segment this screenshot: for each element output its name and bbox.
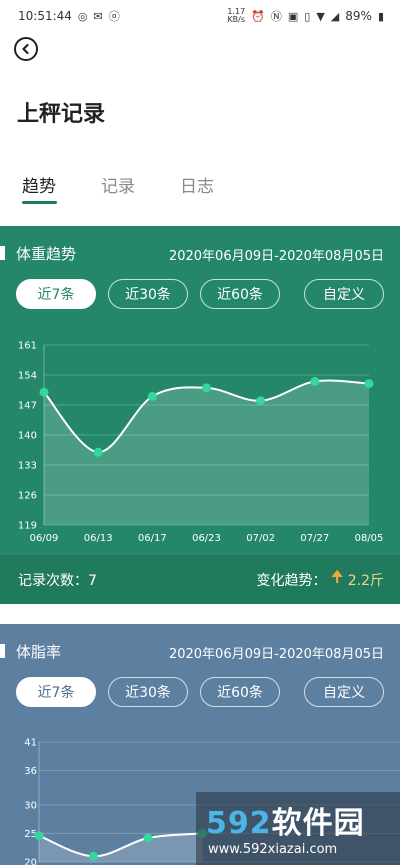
filter-group: 近7条 近30条 近60条 自定义 bbox=[0, 677, 400, 707]
data-point bbox=[256, 396, 266, 406]
watermark-url: www.592xiazai.com bbox=[208, 842, 338, 857]
wifi-icon: ▼ bbox=[316, 9, 325, 23]
summary-bar: 记录次数：7 变化趋势： 🠉 2.2斤 bbox=[0, 555, 400, 604]
y-tick-label: 154 bbox=[18, 371, 37, 382]
title-marker bbox=[0, 644, 5, 658]
battery-percent: 89% bbox=[345, 9, 372, 23]
x-tick-label: 06/23 bbox=[192, 533, 221, 544]
series-area bbox=[44, 380, 369, 525]
filter-group: 近7条 近30条 近60条 自定义 bbox=[0, 279, 400, 309]
status-time: 10:51:44 bbox=[18, 9, 72, 23]
filter-last-30[interactable]: 近30条 bbox=[108, 279, 188, 309]
data-point bbox=[143, 833, 153, 843]
watermark-logo: 592软件园 bbox=[206, 806, 365, 841]
filter-last-60[interactable]: 近60条 bbox=[200, 677, 280, 707]
vibrate-icon: ▯ bbox=[304, 9, 311, 23]
weight-chart: 119 126 133 140 147 154 161 06/09 06/13 06/17 06/2… bbox=[18, 341, 384, 545]
up-arrow-icon: 🠉 bbox=[330, 567, 344, 586]
card-header: 体脂率 2020年06月09日-2020年08月05日 bbox=[0, 640, 400, 662]
filter-last-7[interactable]: 近7条 bbox=[16, 677, 96, 707]
nfc-icon: Ⓝ bbox=[270, 10, 282, 23]
tab-bar: 趋势 记录 日志 bbox=[0, 172, 400, 204]
filter-last-7[interactable]: 近7条 bbox=[16, 279, 96, 309]
y-tick-label: 119 bbox=[18, 521, 37, 532]
data-point bbox=[89, 851, 98, 861]
weight-trend-card: 体重趋势 2020年06月09日-2020年08月05日 近7条 近30条 近6… bbox=[0, 226, 400, 604]
y-tick-label: 147 bbox=[18, 401, 37, 412]
link-icon: ◎ bbox=[77, 9, 88, 23]
battery-icon: ▮ bbox=[377, 9, 384, 23]
title-marker bbox=[0, 246, 5, 260]
filter-last-60[interactable]: 近60条 bbox=[200, 279, 280, 309]
tab-records[interactable]: 记录 bbox=[101, 172, 135, 197]
data-point bbox=[147, 391, 157, 401]
status-bar: 10:51:44 ◎ ✉ ⓞ 1.17 KB/s ⏰ Ⓝ ▣ ▯ ▼ ◢ 89%… bbox=[0, 0, 400, 32]
sim-icon: ▣ bbox=[287, 9, 299, 23]
y-tick-label: 133 bbox=[18, 461, 37, 472]
date-range[interactable]: 2020年06月09日-2020年08月05日 bbox=[169, 245, 384, 264]
alarm-icon: ⏰ bbox=[251, 9, 265, 23]
chevron-left-icon bbox=[22, 43, 29, 55]
y-tick-label: 41 bbox=[24, 738, 37, 749]
signal-icon: ◢ bbox=[330, 9, 340, 23]
card-header: 体重趋势 2020年06月09日-2020年08月05日 bbox=[0, 242, 400, 264]
y-tick-label: 126 bbox=[18, 491, 37, 502]
filter-custom[interactable]: 自定义 bbox=[304, 279, 384, 309]
data-point bbox=[39, 387, 49, 397]
x-tick-label: 06/17 bbox=[138, 533, 167, 544]
data-point bbox=[364, 379, 374, 389]
change-trend: 变化趋势： 🠉 2.2斤 bbox=[256, 566, 384, 593]
trend-label: 变化趋势： bbox=[256, 572, 327, 589]
x-tick-label: 08/05 bbox=[355, 533, 384, 544]
filter-last-30[interactable]: 近30条 bbox=[108, 677, 188, 707]
tab-indicator bbox=[22, 201, 57, 204]
net-speed-unit: KB/s bbox=[227, 15, 246, 24]
data-point bbox=[93, 447, 103, 457]
x-tick-label: 07/02 bbox=[246, 533, 275, 544]
chat-icon: ✉ bbox=[93, 9, 103, 23]
y-tick-label: 20 bbox=[24, 858, 37, 865]
record-count: 记录次数：7 bbox=[18, 570, 97, 590]
record-count-label: 记录次数： bbox=[18, 572, 88, 589]
app-icon: ⓞ bbox=[108, 10, 120, 23]
site-watermark: 592软件园 www.592xiazai.com bbox=[196, 792, 400, 865]
y-tick-label: 36 bbox=[24, 766, 37, 777]
tab-log[interactable]: 日志 bbox=[180, 172, 214, 197]
data-point bbox=[310, 376, 320, 386]
data-point bbox=[34, 831, 44, 841]
y-tick-label: 161 bbox=[18, 341, 37, 352]
trend-value: 2.2斤 bbox=[347, 572, 384, 589]
x-tick-label: 07/27 bbox=[300, 533, 329, 544]
data-point bbox=[202, 383, 211, 393]
card-title: 体脂率 bbox=[16, 643, 62, 661]
y-tick-label: 30 bbox=[24, 800, 37, 811]
tab-trend[interactable]: 趋势 bbox=[22, 172, 56, 197]
net-speed: 1.17 KB/s bbox=[227, 8, 245, 24]
card-title: 体重趋势 bbox=[16, 245, 77, 263]
filter-custom[interactable]: 自定义 bbox=[304, 677, 384, 707]
back-button[interactable] bbox=[14, 37, 38, 61]
x-tick-label: 06/13 bbox=[84, 533, 113, 544]
record-count-value: 7 bbox=[88, 572, 97, 589]
x-tick-label: 06/09 bbox=[30, 533, 59, 544]
date-range[interactable]: 2020年06月09日-2020年08月05日 bbox=[169, 643, 384, 662]
page-title: 上秤记录 bbox=[17, 102, 106, 127]
y-tick-label: 140 bbox=[18, 431, 37, 442]
